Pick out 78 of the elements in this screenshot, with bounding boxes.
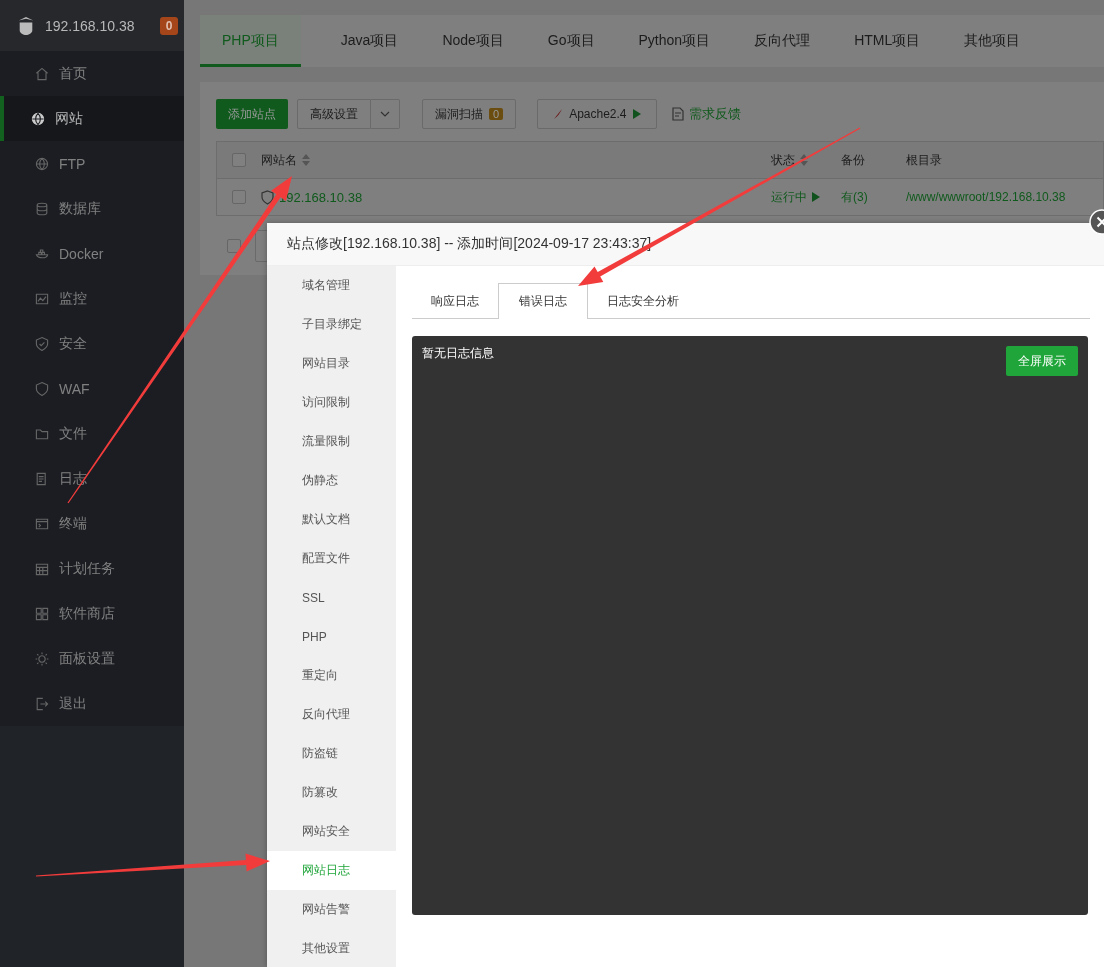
settings-menu-item[interactable]: 网站目录 — [267, 344, 396, 383]
project-tab[interactable]: 反向代理 — [732, 15, 833, 67]
menu-icon — [30, 110, 46, 127]
fullscreen-button[interactable]: 全屏展示 — [1006, 346, 1078, 376]
settings-menu-item[interactable]: 子目录绑定 — [267, 305, 396, 344]
logo-icon — [17, 15, 35, 36]
play-icon — [812, 192, 820, 202]
menu-icon — [34, 605, 50, 622]
sidebar-item[interactable]: 网站 — [0, 96, 184, 141]
vulnerability-scan-button[interactable]: 漏洞扫描 0 — [422, 99, 517, 129]
sidebar-item[interactable]: 终端 — [0, 501, 184, 546]
server-button[interactable]: Apache2.4 — [537, 99, 657, 129]
settings-menu-item[interactable]: 默认文档 — [267, 500, 396, 539]
menu-icon — [34, 155, 50, 172]
log-tab[interactable]: 响应日志 — [412, 283, 498, 318]
settings-menu-item[interactable]: 域名管理 — [267, 266, 396, 305]
settings-menu-item[interactable]: 网站日志 — [267, 851, 396, 890]
settings-menu-item[interactable]: 反向代理 — [267, 695, 396, 734]
menu-icon — [34, 695, 50, 712]
project-tab[interactable]: Python项目 — [616, 15, 733, 67]
host-name: 192.168.10.38 — [45, 17, 136, 34]
column-header: 备份 — [841, 151, 865, 169]
shield-icon — [261, 189, 274, 205]
settings-menu-item[interactable]: 网站告警 — [267, 890, 396, 929]
caret-icon — [380, 111, 390, 117]
settings-menu-item[interactable]: 流量限制 — [267, 422, 396, 461]
settings-menu-item[interactable]: 防盗链 — [267, 734, 396, 773]
sidebar-item[interactable]: 面板设置 — [0, 636, 184, 681]
sidebar-item[interactable]: 计划任务 — [0, 546, 184, 591]
count-badge: 0 — [489, 108, 504, 120]
settings-menu-item[interactable]: 访问限制 — [267, 383, 396, 422]
project-tab[interactable]: 其他项目 — [942, 15, 1043, 67]
column-header[interactable]: 状态 — [771, 151, 808, 169]
settings-menu-item[interactable]: 配置文件 — [267, 539, 396, 578]
log-tab[interactable]: 错误日志 — [498, 283, 588, 319]
settings-menu-item[interactable]: 防篡改 — [267, 773, 396, 812]
sidebar-item[interactable]: WAF — [0, 366, 184, 411]
settings-menu-item[interactable]: 其他设置 — [267, 929, 396, 967]
sidebar-item[interactable]: Docker — [0, 231, 184, 276]
checkbox[interactable] — [227, 239, 241, 253]
sidebar-item[interactable]: 监控 — [0, 276, 184, 321]
settings-menu-item[interactable]: PHP — [267, 617, 396, 656]
menu-icon — [34, 65, 50, 82]
log-message: 暂无日志信息 — [422, 345, 494, 362]
play-icon — [632, 109, 641, 119]
project-tab[interactable]: Go项目 — [525, 15, 617, 67]
dropdown-button[interactable] — [371, 99, 400, 129]
advanced-settings-button[interactable]: 高级设置 — [297, 99, 371, 129]
sort-icon — [800, 154, 808, 166]
add-site-button[interactable]: 添加站点 — [216, 99, 288, 129]
sidebar-item[interactable]: 首页 — [0, 51, 184, 96]
notification-badge[interactable]: 0 — [160, 16, 178, 35]
menu-icon — [34, 650, 50, 667]
settings-menu-item[interactable]: 网站安全 — [267, 812, 396, 851]
menu-icon — [34, 200, 50, 217]
dialog-title: 站点修改[192.168.10.38] -- 添加时间[2024-09-17 23:43:37] — [267, 223, 1104, 266]
column-header: 根目录 — [906, 151, 942, 169]
checkbox[interactable] — [232, 153, 246, 167]
sidebar-item[interactable]: 文件 — [0, 411, 184, 456]
project-tab[interactable]: Java项目 — [300, 15, 421, 67]
settings-menu-item[interactable]: 伪静态 — [267, 461, 396, 500]
project-tab[interactable]: HTML项目 — [832, 15, 943, 67]
menu-icon — [34, 380, 50, 397]
settings-menu-item[interactable]: 重定向 — [267, 656, 396, 695]
sidebar-item[interactable]: 数据库 — [0, 186, 184, 231]
sidebar-item[interactable]: 安全 — [0, 321, 184, 366]
sidebar-item[interactable]: 软件商店 — [0, 591, 184, 636]
settings-menu-item[interactable]: SSL — [267, 578, 396, 617]
project-tab[interactable]: Node项目 — [420, 15, 526, 67]
server-name: Apache2.4 — [569, 107, 627, 121]
menu-icon — [34, 335, 50, 352]
log-tab[interactable]: 日志安全分析 — [588, 283, 698, 318]
sidebar-item[interactable]: FTP — [0, 141, 184, 186]
column-header[interactable]: 网站名 — [261, 151, 310, 169]
sort-icon — [302, 154, 310, 166]
checkbox[interactable] — [232, 190, 246, 204]
document-icon — [671, 107, 684, 121]
sidebar-item[interactable]: 退出 — [0, 681, 184, 726]
